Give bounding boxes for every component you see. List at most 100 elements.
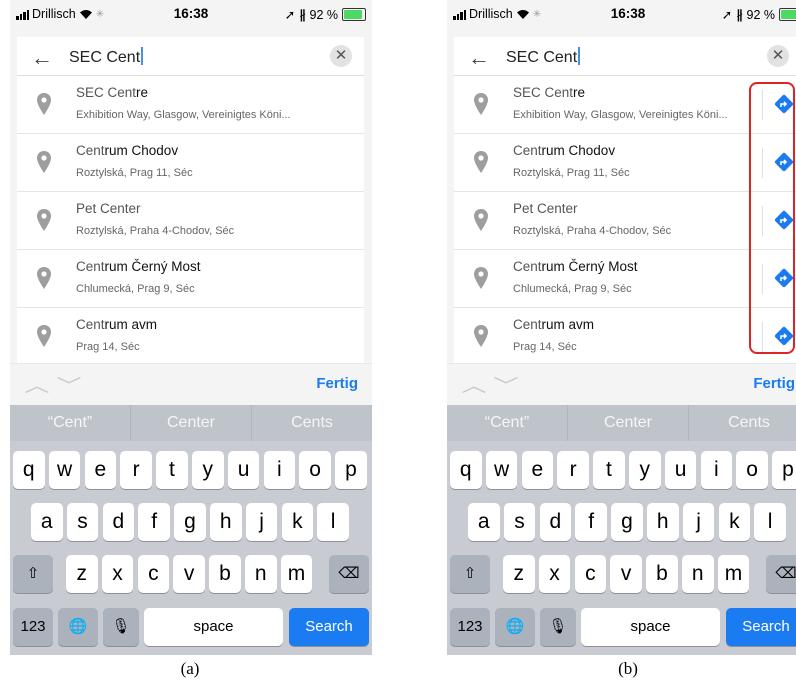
key-m[interactable]: m (717, 555, 750, 593)
key-v[interactable]: v (610, 555, 642, 593)
key-k[interactable]: k (718, 503, 751, 541)
prediction-2[interactable]: Center (568, 405, 689, 441)
numbers-key[interactable]: 123 (450, 608, 490, 646)
key-h[interactable]: h (647, 503, 679, 541)
key-v[interactable]: v (173, 555, 205, 593)
chevron-down-icon[interactable]: ﹀ (493, 372, 518, 398)
key-q[interactable]: q (450, 451, 482, 489)
chevron-up-icon[interactable]: ︿ (24, 372, 49, 398)
key-k[interactable]: k (281, 503, 314, 541)
key-s[interactable]: s (66, 503, 99, 541)
key-o[interactable]: o (299, 451, 331, 489)
key-t[interactable]: t (593, 451, 625, 489)
chevron-down-icon[interactable]: ﹀ (56, 372, 81, 398)
key-x[interactable]: x (101, 555, 134, 593)
key-y[interactable]: y (629, 451, 661, 489)
done-button[interactable]: Fertig (316, 375, 358, 392)
key-s[interactable]: s (503, 503, 536, 541)
place-address: Chlumecká, Prag 9, Séc (513, 283, 632, 295)
search-input[interactable]: SEC Cent (69, 47, 143, 67)
list-item[interactable]: Pet Center Roztylská, Praha 4-Chodov, Sé… (17, 192, 364, 250)
key-w[interactable]: w (485, 451, 518, 489)
key-a[interactable]: a (468, 503, 500, 541)
key-z[interactable]: z (503, 555, 535, 593)
key-d[interactable]: d (539, 503, 572, 541)
key-z[interactable]: z (66, 555, 98, 593)
prediction-1[interactable]: “Cent” (10, 405, 131, 441)
space-key[interactable]: space (144, 608, 283, 646)
backspace-icon[interactable]: ⌫ (766, 555, 796, 593)
search-input[interactable]: SEC Cent (506, 47, 580, 67)
microphone-icon[interactable]: 🎙 (540, 608, 576, 646)
key-n[interactable]: n (245, 555, 277, 593)
place-name-match: Cent (513, 317, 542, 332)
place-name-match: Cent (513, 259, 542, 274)
search-button[interactable]: Search (289, 608, 369, 646)
list-item[interactable]: SEC Centre Exhibition Way, Glasgow, Vere… (17, 76, 364, 134)
list-item[interactable]: Pet Center Roztylská, Praha 4-Chodov, Sé… (454, 192, 796, 250)
globe-icon[interactable]: 🌐 (495, 608, 535, 646)
shift-icon[interactable]: ⇧ (13, 555, 53, 593)
key-j[interactable]: j (245, 503, 278, 541)
key-m[interactable]: m (280, 555, 313, 593)
backspace-icon[interactable]: ⌫ (329, 555, 369, 593)
key-p[interactable]: p (335, 451, 367, 489)
clear-icon[interactable]: ✕ (330, 45, 352, 67)
done-button[interactable]: Fertig (753, 375, 795, 392)
key-a[interactable]: a (31, 503, 63, 541)
key-i[interactable]: i (263, 451, 296, 489)
key-n[interactable]: n (682, 555, 714, 593)
key-b[interactable]: b (646, 555, 678, 593)
shift-icon[interactable]: ⇧ (450, 555, 490, 593)
key-g[interactable]: g (611, 503, 643, 541)
list-item[interactable]: Centrum avm Prag 14, Séc (17, 308, 364, 365)
key-i[interactable]: i (700, 451, 733, 489)
key-f[interactable]: f (138, 503, 170, 541)
key-o[interactable]: o (736, 451, 768, 489)
list-item[interactable]: SEC Centre Exhibition Way, Glasgow, Vere… (454, 76, 796, 134)
key-r[interactable]: r (557, 451, 589, 489)
prediction-1[interactable]: “Cent” (447, 405, 568, 441)
numbers-key[interactable]: 123 (13, 608, 53, 646)
microphone-icon[interactable]: 🎙 (103, 608, 139, 646)
key-d[interactable]: d (102, 503, 135, 541)
key-c[interactable]: c (137, 555, 170, 593)
key-f[interactable]: f (575, 503, 607, 541)
key-l[interactable]: l (754, 503, 786, 541)
clear-icon[interactable]: ✕ (767, 45, 789, 67)
search-button[interactable]: Search (726, 608, 796, 646)
key-p[interactable]: p (772, 451, 796, 489)
key-c[interactable]: c (574, 555, 607, 593)
key-r[interactable]: r (120, 451, 152, 489)
key-g[interactable]: g (174, 503, 206, 541)
list-item[interactable]: Centrum Černý Most Chlumecká, Prag 9, Sé… (454, 250, 796, 308)
key-j[interactable]: j (682, 503, 715, 541)
back-arrow-icon[interactable]: ← (31, 45, 53, 71)
list-item[interactable]: Centrum Chodov Roztylská, Prag 11, Séc (454, 134, 796, 192)
prediction-3[interactable]: Cents (689, 405, 796, 441)
back-arrow-icon[interactable]: ← (468, 45, 490, 71)
key-q[interactable]: q (13, 451, 45, 489)
space-key[interactable]: space (581, 608, 720, 646)
key-t[interactable]: t (156, 451, 188, 489)
key-h[interactable]: h (210, 503, 242, 541)
key-w[interactable]: w (48, 451, 81, 489)
key-u[interactable]: u (664, 451, 697, 489)
location-pin-icon (474, 151, 488, 173)
key-x[interactable]: x (538, 555, 571, 593)
list-item[interactable]: Centrum Chodov Roztylská, Prag 11, Séc (17, 134, 364, 192)
key-u[interactable]: u (227, 451, 260, 489)
chevron-up-icon[interactable]: ︿ (461, 372, 486, 398)
location-pin-icon (474, 325, 488, 347)
globe-icon[interactable]: 🌐 (58, 608, 98, 646)
list-item[interactable]: Centrum avm Prag 14, Séc (454, 308, 796, 365)
place-address: Roztylská, Prag 11, Séc (76, 167, 193, 179)
key-e[interactable]: e (521, 451, 554, 489)
prediction-2[interactable]: Center (131, 405, 252, 441)
key-l[interactable]: l (317, 503, 349, 541)
list-item[interactable]: Centrum Černý Most Chlumecká, Prag 9, Sé… (17, 250, 364, 308)
key-y[interactable]: y (192, 451, 224, 489)
prediction-3[interactable]: Cents (252, 405, 372, 441)
key-b[interactable]: b (209, 555, 241, 593)
key-e[interactable]: e (84, 451, 117, 489)
